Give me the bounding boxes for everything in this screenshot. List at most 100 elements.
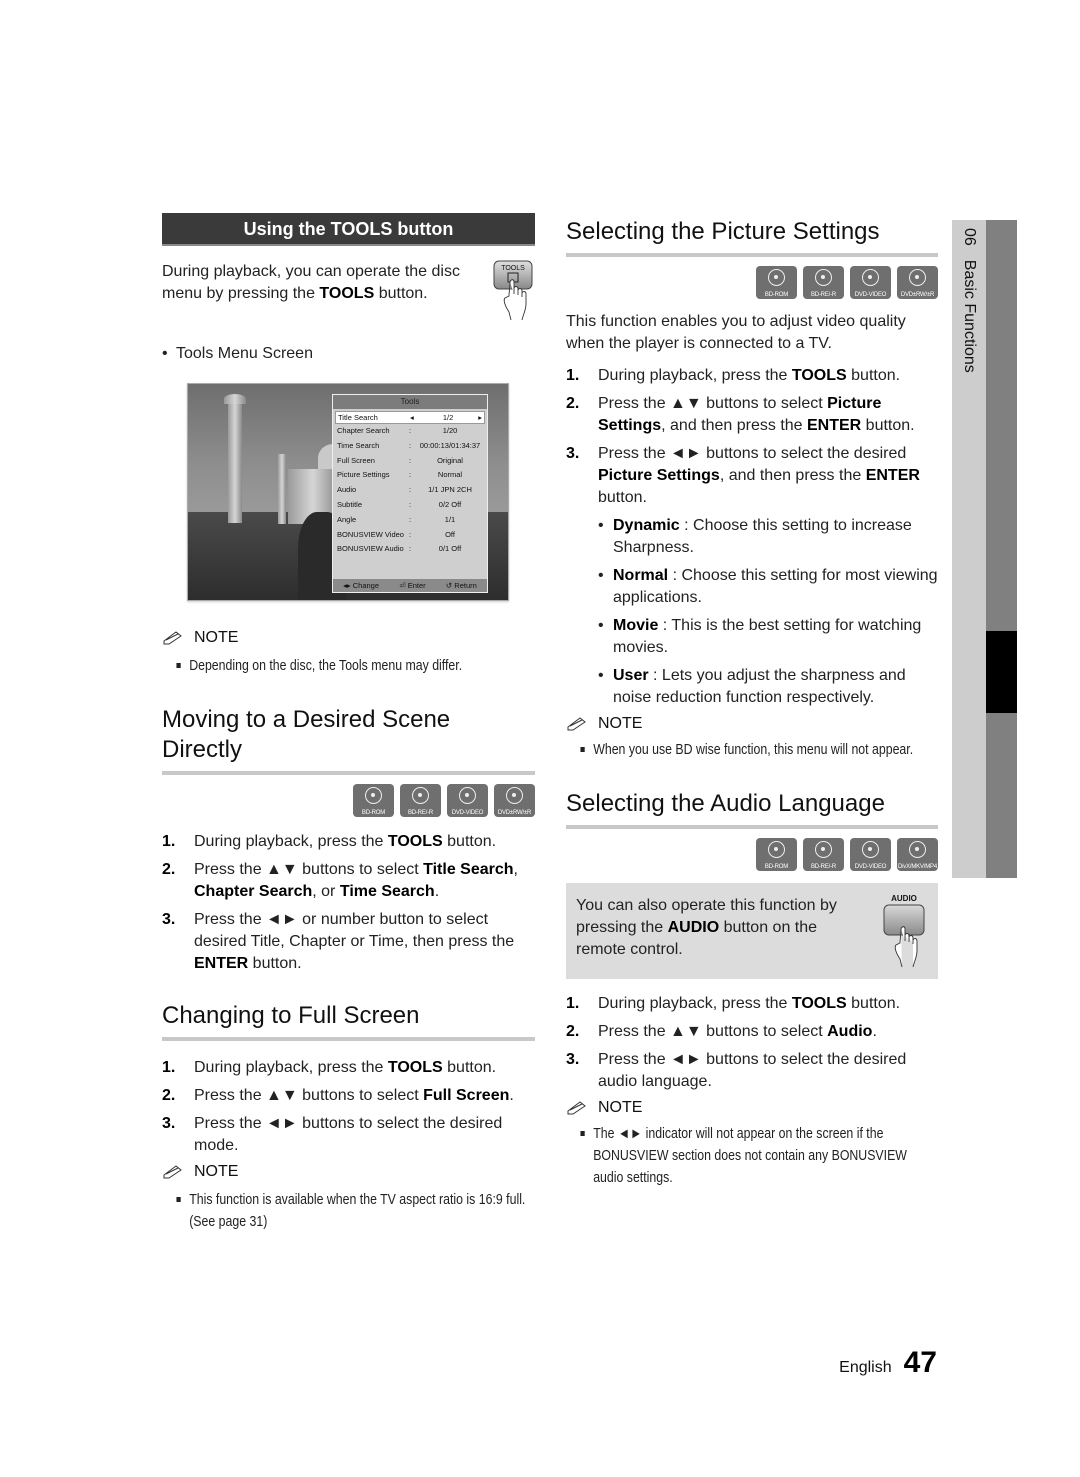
row-value: 0/2 Off — [438, 499, 462, 509]
picture-section: Selecting the Picture Settings BD-ROM BD-… — [566, 217, 938, 761]
disc-icon — [768, 841, 785, 858]
row-label: Time Search — [337, 440, 380, 450]
tools-menu-row[interactable]: Angle: 1/1 — [333, 513, 487, 528]
row-separator: : — [409, 485, 412, 495]
row-value: 0/1 Off — [438, 544, 462, 554]
tools-menu-row[interactable]: Full Screen: Original — [333, 454, 487, 469]
step-item: 2. Press the ▲▼ buttons to select Audio. — [566, 1021, 938, 1043]
note-heading: NOTE — [162, 1163, 535, 1181]
audio-note: NOTE The ◄► indicator will not appear on… — [566, 1099, 938, 1189]
pencil-icon — [567, 717, 586, 731]
step-text: Press the ▲▼ buttons to select Title Sea… — [194, 861, 518, 900]
row-separator: : — [409, 499, 412, 509]
pencil-icon — [163, 631, 182, 645]
step-text: Press the ◄► buttons to select the desir… — [598, 1051, 907, 1090]
step-item: 3. Press the ◄► buttons to select the des… — [566, 443, 938, 509]
audio-tip-box: You can also operate this function by pr… — [566, 883, 938, 979]
section-divider — [566, 825, 938, 829]
disc-type-icon: BD-ROM — [756, 266, 797, 299]
tools-menu-row[interactable]: Subtitle: 0/2 Off — [333, 498, 487, 513]
audio-remote-label: AUDIO — [891, 894, 917, 903]
step-number: 1. — [566, 367, 580, 384]
tools-menu-panel: Tools Title Search ◂ 1/2 ▸ Chapter Search: 1/… — [332, 394, 488, 593]
note-item: When you use BD wise function, this menu… — [566, 739, 936, 761]
chapter-position-marker — [986, 631, 1017, 713]
change-hint: ◂▸ Change — [343, 581, 380, 590]
step-text: Press the ▲▼ buttons to select Picture S… — [598, 395, 915, 434]
enter-hint: ⏎ Enter — [399, 581, 426, 590]
tools-remote-button-icon: TOOLS — [493, 260, 533, 321]
disc-type-label: BD-RE/-R — [407, 810, 434, 816]
step-number: 1. — [566, 995, 580, 1012]
disc-icon — [862, 841, 879, 858]
disc-icon — [909, 841, 926, 858]
tools-menu-row[interactable]: BONUSVIEW Video: Off — [333, 528, 487, 543]
disc-icons: BD-ROM BD-RE/-R DVD-VIDEO DVD±RW/±R — [566, 266, 938, 299]
step-number: 3. — [162, 1115, 176, 1132]
step-text: Press the ▲▼ buttons to select Full Scre… — [194, 1087, 514, 1104]
step-text: During playback, press the TOOLS button. — [598, 995, 901, 1012]
right-column: Selecting the Picture Settings BD-ROM BD-… — [566, 213, 938, 1189]
note-heading: NOTE — [566, 1099, 938, 1117]
disc-type-label: BD-RE/-R — [810, 864, 837, 870]
tools-menu-row[interactable]: Audio: 1/1 JPN 2CH — [333, 483, 487, 498]
tools-note: NOTE Depending on the disc, the Tools me… — [162, 629, 535, 677]
row-value: Original — [437, 455, 463, 465]
picture-option-dynamic: • Dynamic : Choose this setting to increa… — [598, 517, 912, 556]
chapter-name: Basic Functions — [961, 259, 978, 373]
audio-section-title: Selecting the Audio Language — [566, 790, 885, 817]
tools-menu-screenshot: Tools Title Search ◂ 1/2 ▸ Chapter Search: 1/… — [187, 383, 509, 601]
section-divider — [566, 253, 938, 257]
picture-options: • Dynamic : Choose this setting to increa… — [566, 515, 938, 709]
step-item: 1. During playback, press the TOOLS butto… — [162, 831, 535, 853]
disc-type-icon: BD-ROM — [353, 784, 394, 817]
row-label: Title Search — [338, 413, 378, 422]
picture-intro: This function enables you to adjust vide… — [566, 313, 906, 352]
row-separator: ◂ — [410, 413, 414, 422]
step-number: 2. — [162, 861, 176, 878]
disc-type-label: BD-ROM — [764, 864, 789, 870]
disc-type-icon: BD-RE/-R — [803, 838, 844, 871]
note-item: Depending on the disc, the Tools menu ma… — [162, 655, 533, 677]
row-label: Picture Settings — [337, 470, 390, 480]
tools-menu-row[interactable]: Picture Settings: Normal — [333, 468, 487, 483]
row-label: BONUSVIEW Audio — [337, 544, 404, 554]
disc-type-icon: DVD±RW/±R — [494, 784, 535, 817]
disc-icon — [365, 787, 382, 804]
tools-menu-row[interactable]: Chapter Search: 1/20 — [333, 424, 487, 439]
picture-steps: 1. During playback, press the TOOLS butto… — [566, 365, 938, 509]
step-item: 3. Press the ◄► or number button to selec… — [162, 909, 535, 975]
fullscreen-note: NOTE This function is available when the… — [162, 1163, 535, 1233]
row-separator: : — [409, 440, 412, 450]
step-text: Press the ◄► buttons to select the desir… — [194, 1115, 503, 1154]
row-value: Off — [445, 529, 455, 539]
note-heading: NOTE — [566, 715, 938, 733]
disc-icon — [815, 269, 832, 286]
tools-menu-row[interactable]: BONUSVIEW Audio: 0/1 Off — [333, 542, 487, 557]
picture-note: NOTE When you use BD wise function, this… — [566, 715, 938, 761]
row-label: Full Screen — [337, 455, 375, 465]
chapter-tab-strip — [986, 220, 1017, 878]
row-separator: : — [409, 426, 412, 435]
fullscreen-section: Changing to Full Screen 1. During playbac… — [162, 1001, 535, 1233]
step-text: Press the ◄► or number button to select … — [194, 911, 515, 972]
pencil-icon — [567, 1101, 586, 1115]
row-label: Subtitle — [337, 499, 363, 509]
fullscreen-section-title: Changing to Full Screen — [162, 1002, 420, 1029]
disc-icon — [909, 269, 926, 286]
disc-icon — [412, 787, 429, 804]
step-number: 1. — [162, 1059, 176, 1076]
page-number: 47 — [903, 1346, 937, 1379]
row-label: Angle — [337, 514, 357, 524]
tools-menu-row[interactable]: Time Search:00:00:13/01:34:37 — [333, 439, 487, 454]
chapter-tab-label: 06 Basic Functions — [960, 228, 978, 373]
row-value: 1/1 — [444, 514, 456, 524]
step-item: 1. During playback, press the TOOLS butto… — [566, 365, 938, 387]
picture-section-title: Selecting the Picture Settings — [566, 218, 880, 245]
audio-section: Selecting the Audio Language BD-ROM BD-RE… — [566, 789, 938, 1189]
tools-menu-row[interactable]: Title Search ◂ 1/2 ▸ — [335, 411, 485, 424]
disc-icon — [768, 269, 785, 286]
disc-type-icon: BD-RE/-R — [803, 266, 844, 299]
row-separator: : — [409, 529, 412, 539]
disc-type-icon: BD-ROM — [756, 838, 797, 871]
